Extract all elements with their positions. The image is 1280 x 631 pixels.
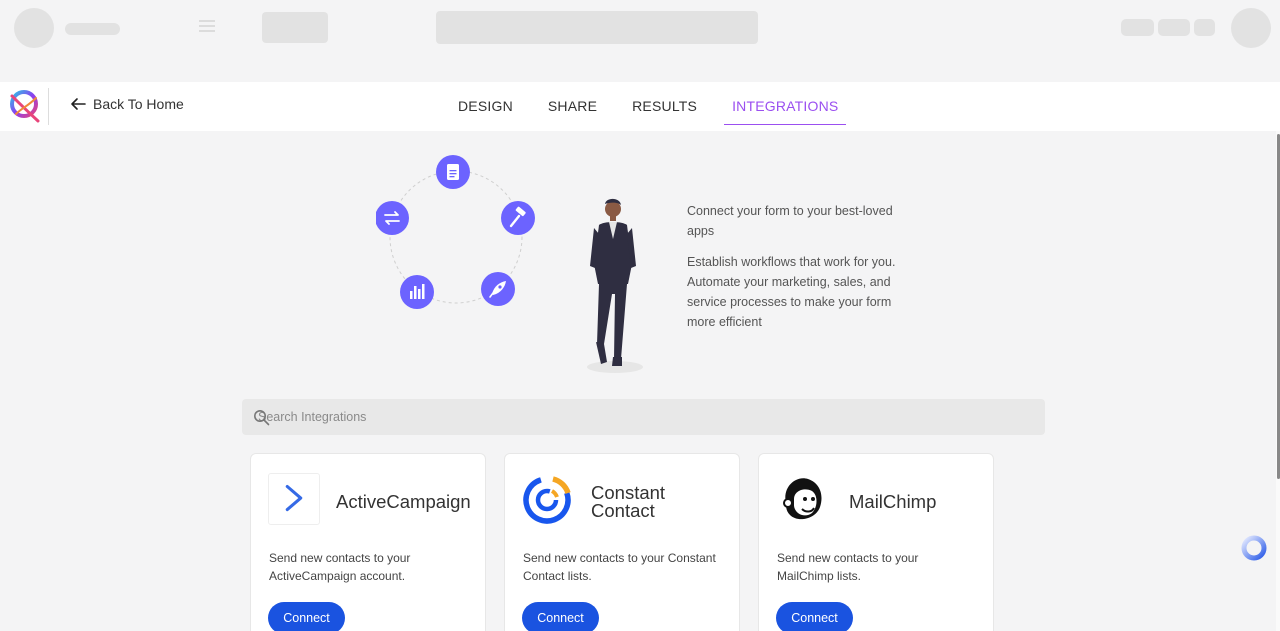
tab-results[interactable]: RESULTS bbox=[624, 82, 705, 125]
pill-placeholder bbox=[1194, 19, 1215, 36]
divider bbox=[48, 88, 49, 125]
pill-placeholder bbox=[1158, 19, 1190, 36]
hero-body: Establish workflows that work for you. A… bbox=[687, 255, 896, 329]
name-placeholder bbox=[65, 23, 120, 35]
integration-description: Send new contacts to your Constant Conta… bbox=[523, 551, 716, 583]
search-icon bbox=[254, 410, 270, 426]
hero-description: Connect your form to your best-loved app… bbox=[687, 202, 912, 332]
mailchimp-logo bbox=[776, 473, 828, 525]
connect-button[interactable]: Connect bbox=[522, 602, 599, 631]
back-to-home-link[interactable]: Back To Home bbox=[70, 96, 184, 112]
avatar-placeholder bbox=[1231, 8, 1271, 48]
loading-header bbox=[0, 0, 1280, 82]
app-logo[interactable] bbox=[8, 88, 42, 124]
button-placeholder bbox=[262, 12, 328, 43]
person-illustration bbox=[587, 198, 643, 373]
integration-name: MailChimp bbox=[849, 491, 937, 512]
integration-card-mailchimp: MailChimp Send new contacts to your Mail… bbox=[758, 453, 994, 631]
hammer-icon bbox=[501, 201, 535, 235]
form-tabs: DESIGN SHARE RESULTS INTEGRATIONS bbox=[450, 82, 865, 131]
integration-name-line2: Contact bbox=[591, 500, 655, 521]
avatar-placeholder bbox=[14, 8, 54, 48]
sync-icon bbox=[376, 201, 409, 235]
integration-card-activecampaign: ActiveCampaign Send new contacts to your… bbox=[250, 453, 486, 631]
document-icon bbox=[436, 155, 470, 189]
integrations-illustration bbox=[376, 155, 535, 309]
hero-heading: Connect your form to your best-loved app… bbox=[687, 204, 893, 238]
integration-description: Send new contacts to your ActiveCampaign… bbox=[269, 551, 411, 583]
connect-button[interactable]: Connect bbox=[268, 602, 345, 631]
tab-integrations[interactable]: INTEGRATIONS bbox=[724, 82, 847, 125]
search-placeholder bbox=[436, 11, 758, 44]
form-nav-bar: Back To Home DESIGN SHARE RESULTS INTEGR… bbox=[0, 82, 1280, 131]
integration-card-constant-contact: Constant Contact Send new contacts to yo… bbox=[504, 453, 740, 631]
arrow-left-icon bbox=[71, 98, 86, 110]
constant-contact-logo bbox=[522, 473, 574, 525]
connect-button[interactable]: Connect bbox=[776, 602, 853, 631]
integration-name: Constant Contact bbox=[591, 483, 665, 521]
pill-placeholder bbox=[1121, 19, 1154, 36]
integration-description: Send new contacts to your MailChimp list… bbox=[777, 551, 919, 583]
activecampaign-logo bbox=[268, 473, 320, 525]
search-input[interactable] bbox=[258, 399, 1038, 435]
tab-share[interactable]: SHARE bbox=[540, 82, 605, 125]
tab-design[interactable]: DESIGN bbox=[450, 82, 521, 125]
search-bar bbox=[242, 399, 1045, 435]
rocket-icon bbox=[481, 272, 515, 306]
menu-icon bbox=[199, 20, 215, 34]
integration-name: ActiveCampaign bbox=[336, 491, 471, 512]
loading-spinner-icon bbox=[1241, 535, 1267, 561]
chart-icon bbox=[400, 275, 434, 309]
back-label: Back To Home bbox=[93, 96, 184, 112]
